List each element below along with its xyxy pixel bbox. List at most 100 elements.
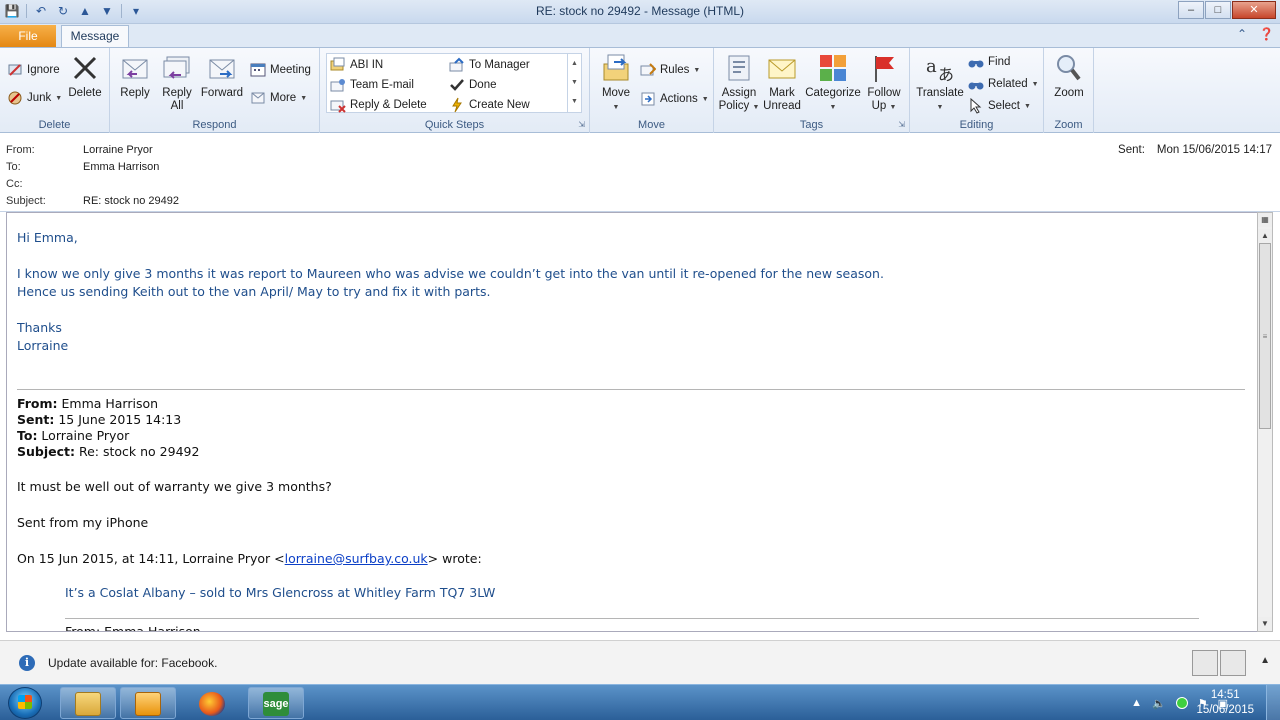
quick-step-done[interactable]: Done <box>449 77 497 93</box>
follow-up-button[interactable]: Follow Up ▼ <box>864 52 904 114</box>
translate-button[interactable]: aあ Translate ▼ <box>914 52 966 114</box>
taskbar-outlook[interactable] <box>120 687 176 719</box>
flag-icon <box>875 56 894 82</box>
quick-step-to-manager[interactable]: To Manager <box>449 57 530 73</box>
mark-unread-icon <box>768 59 796 79</box>
file-explorer-icon <box>75 692 101 716</box>
reply-icon <box>122 59 148 79</box>
svg-text:a: a <box>926 56 937 77</box>
move-group-label: Move <box>638 119 665 131</box>
status-green-icon[interactable] <box>1175 697 1188 709</box>
scroll-thumb[interactable]: ≡ <box>1259 243 1271 429</box>
scroll-down-arrow[interactable]: ▼ <box>1258 617 1272 631</box>
start-button[interactable] <box>8 687 42 719</box>
body-scrollbar[interactable]: ▦ ▲ ≡ ▼ <box>1257 212 1273 632</box>
quick-steps-group-label: Quick Steps <box>424 119 485 131</box>
rules-button[interactable]: Rules ▼ <box>640 62 700 78</box>
categorize-button[interactable]: Categorize ▼ <box>804 52 862 114</box>
delete-button[interactable]: Delete <box>66 52 104 100</box>
taskbar-sage[interactable]: sage <box>248 687 304 719</box>
taskbar: sage ▲ 🔈 ⚑ ▣ 14:51 15/06/2015 <box>0 684 1280 720</box>
scroll-split-icon[interactable]: ▦ <box>1258 213 1272 227</box>
people-avatars <box>1192 650 1246 676</box>
body-signoff: Lorraine <box>17 338 69 353</box>
body-greeting: Hi Emma, <box>17 230 78 245</box>
maximize-button[interactable]: □ <box>1205 1 1231 19</box>
body-line-2: Hence us sending Keith out to the van Ap… <box>17 284 491 299</box>
quick-step-create-new[interactable]: Create New <box>449 97 530 113</box>
assign-policy-icon <box>728 55 750 81</box>
find-button[interactable]: Find <box>968 54 1010 70</box>
expand-people-pane-icon[interactable]: ▲ <box>1260 655 1270 666</box>
zoom-group-label: Zoom <box>1054 119 1083 131</box>
title-bar: 💾 ↶ ↻ ▲ ▼ ▾ RE: stock no 29492 - Message… <box>0 0 1280 24</box>
related-icon <box>968 82 984 90</box>
show-hidden-icons[interactable]: ▲ <box>1131 697 1142 709</box>
quick-step-abi-in[interactable]: ABI IN <box>330 57 383 73</box>
scroll-up-arrow[interactable]: ▲ <box>1258 229 1272 243</box>
ignore-button[interactable]: Ignore <box>7 62 60 78</box>
message-body[interactable]: Hi Emma, I know we only give 3 months it… <box>6 212 1258 632</box>
from-value[interactable]: Lorraine Pryor <box>83 144 153 156</box>
body-line-1: I know we only give 3 months it was repo… <box>17 266 884 281</box>
show-desktop-button[interactable] <box>1266 685 1280 720</box>
zoom-button[interactable]: Zoom <box>1048 52 1090 100</box>
junk-button[interactable]: Junk ▼ <box>7 90 62 106</box>
tab-message[interactable]: Message <box>61 25 129 47</box>
tab-file[interactable]: File <box>0 25 56 47</box>
move-folder-icon <box>603 54 629 81</box>
quick-step-team-email[interactable]: Team E-mail <box>330 77 414 93</box>
chevron-down-icon: ▼ <box>1031 80 1039 88</box>
help-icon[interactable]: ❓ <box>1259 27 1274 41</box>
taskbar-explorer[interactable] <box>60 687 116 719</box>
body-thanks: Thanks <box>17 320 62 335</box>
related-button[interactable]: Related ▼ <box>968 76 1039 92</box>
more-respond-button[interactable]: More ▼ <box>250 90 307 106</box>
dialog-launcher-icon[interactable]: ⇲ <box>898 120 905 129</box>
move-group: Move ▼ Rules ▼ Actions ▼ Move <box>590 48 714 133</box>
close-button[interactable]: ✕ <box>1232 1 1276 19</box>
move-button[interactable]: Move ▼ <box>596 52 636 114</box>
nested-line-1: It’s a Coslat Albany – sold to Mrs Glenc… <box>65 585 496 600</box>
email-link[interactable]: lorraine@surfbay.co.uk <box>285 551 428 566</box>
clock-date: 15/06/2015 <box>1196 704 1254 716</box>
avatar[interactable] <box>1192 650 1218 676</box>
editing-group: aあ Translate ▼ Find Related ▼ Select ▼ E… <box>910 48 1044 133</box>
sage-icon: sage <box>263 692 289 716</box>
forward-button[interactable]: Forward <box>200 52 244 100</box>
chevron-down-icon: ▼ <box>936 104 944 111</box>
taskbar-firefox[interactable] <box>184 687 240 719</box>
update-notification[interactable]: Update available for: Facebook. <box>48 656 217 670</box>
cursor-icon <box>970 98 982 114</box>
ignore-icon <box>8 64 22 76</box>
reply-line-1: It must be well out of warranty we give … <box>17 479 332 494</box>
quick-steps-scroll[interactable]: ▲ ▼ ▼ <box>567 54 581 112</box>
chevron-down-icon: ▼ <box>752 104 760 111</box>
select-button[interactable]: Select ▼ <box>968 98 1031 114</box>
minimize-button[interactable]: – <box>1178 1 1204 19</box>
assign-policy-button[interactable]: Assign Policy ▼ <box>718 52 760 114</box>
chevron-down-icon: ▼ <box>889 104 897 111</box>
outlook-icon <box>135 692 161 716</box>
dialog-launcher-icon[interactable]: ⇲ <box>578 120 585 129</box>
avatar[interactable] <box>1220 650 1246 676</box>
clock[interactable]: 14:51 15/06/2015 <box>1196 688 1254 718</box>
chevron-down-icon: ▼ <box>1023 102 1031 110</box>
volume-icon[interactable]: 🔈 <box>1152 697 1166 710</box>
reply-all-button[interactable]: Reply All <box>158 52 196 113</box>
minimize-ribbon-icon[interactable]: ⌃ <box>1237 27 1247 41</box>
categorize-icon <box>820 55 846 81</box>
reply-button[interactable]: Reply <box>116 52 154 100</box>
on-wrote-line: On 15 Jun 2015, at 14:11, Lorraine Pryor… <box>17 551 482 566</box>
meeting-button[interactable]: Meeting <box>250 62 311 78</box>
header-cc-row: Cc: <box>6 178 23 190</box>
ribbon-tabs: File Message ⌃ ❓ <box>0 24 1280 47</box>
to-value[interactable]: Emma Harrison <box>83 161 159 173</box>
delete-group-label: Delete <box>38 119 71 131</box>
sent-value: Mon 15/06/2015 14:17 <box>1156 144 1272 156</box>
mark-unread-button[interactable]: Mark Unread <box>762 52 802 113</box>
junk-icon <box>8 91 22 105</box>
more-icon <box>251 92 265 104</box>
actions-button[interactable]: Actions ▼ <box>640 91 709 107</box>
quick-step-reply-delete[interactable]: Reply & Delete <box>330 97 427 113</box>
